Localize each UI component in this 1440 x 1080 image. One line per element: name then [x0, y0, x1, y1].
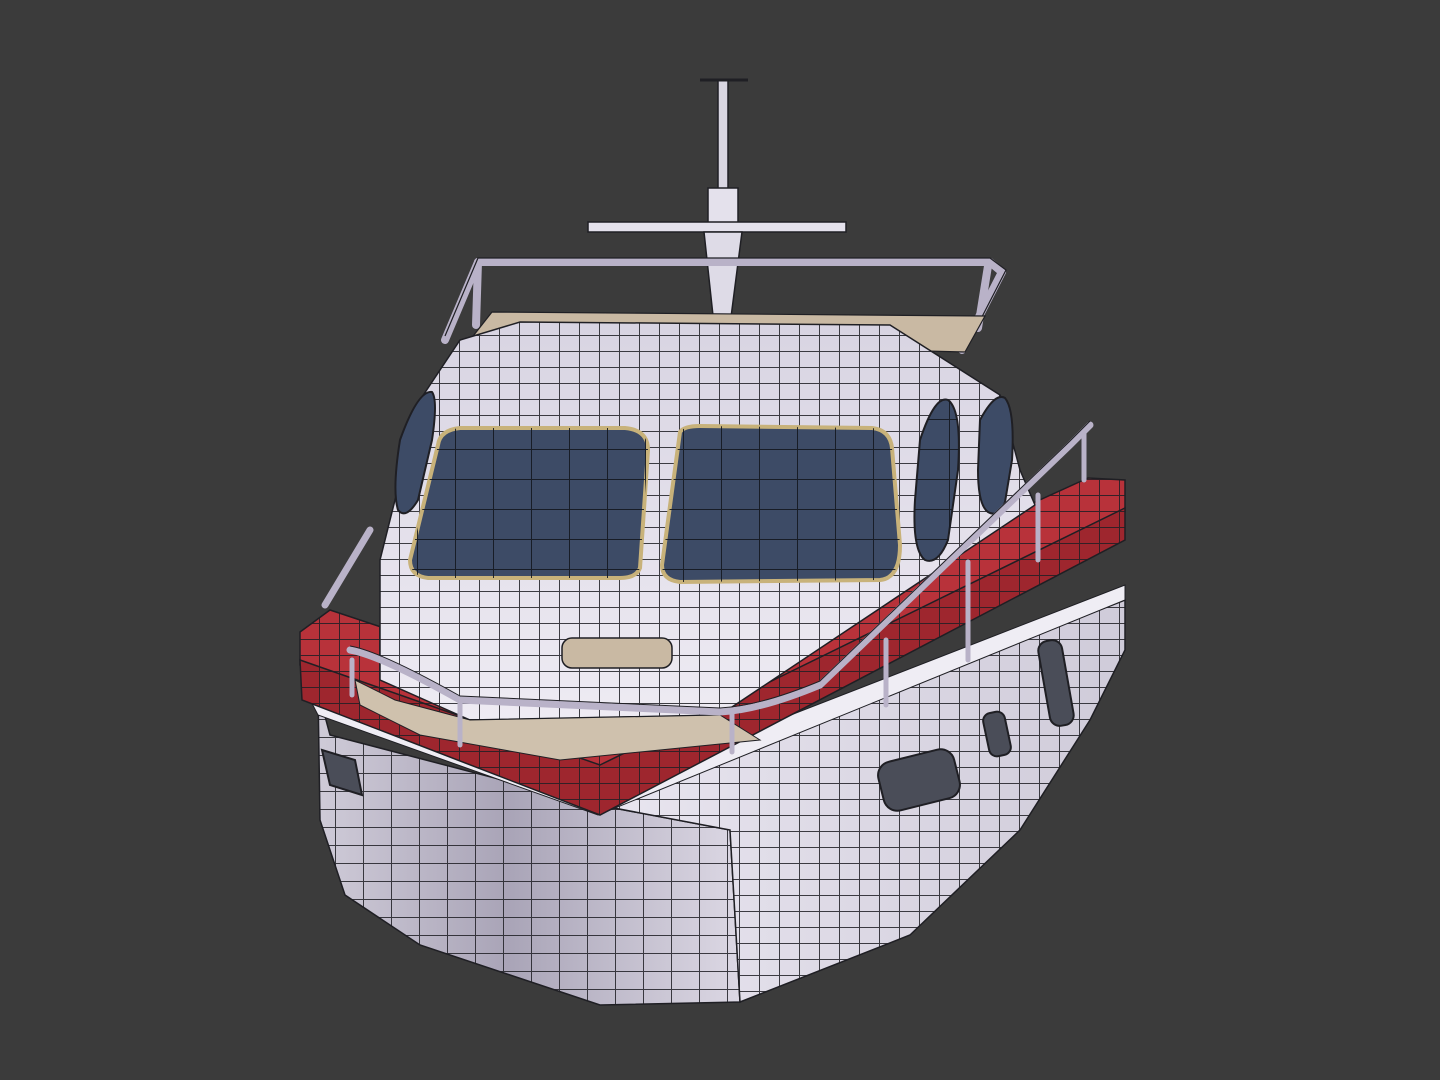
windshield-left	[407, 426, 651, 580]
deck-hatch	[561, 637, 673, 669]
windshield-right	[659, 423, 903, 585]
boat-model-render	[299, 78, 1126, 1006]
viewport	[0, 0, 1440, 1080]
mast	[587, 78, 847, 326]
